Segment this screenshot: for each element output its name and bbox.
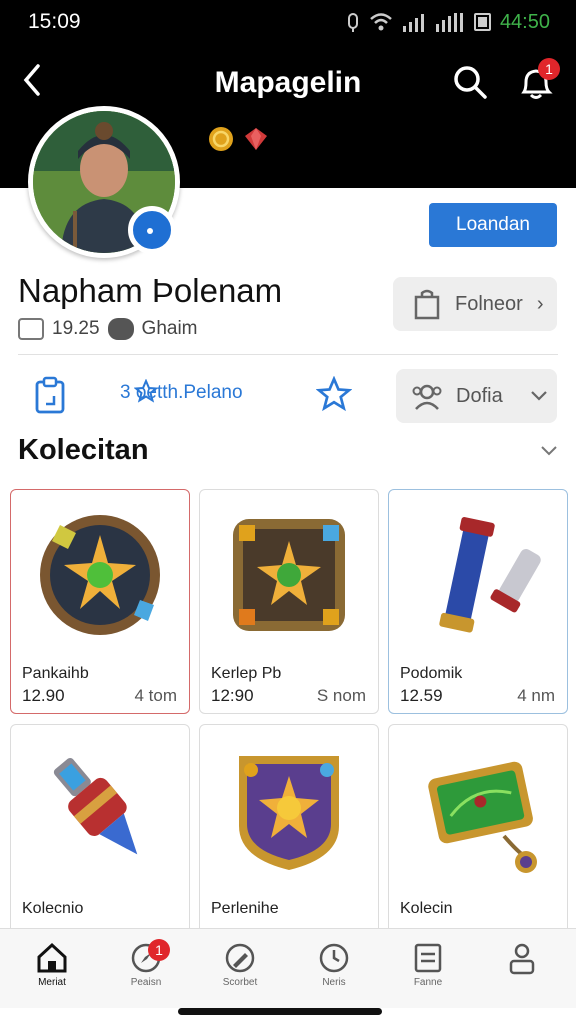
status-time: 15:09	[28, 10, 81, 33]
card-quantity: 4 nm	[517, 686, 555, 705]
nav-badge: 1	[148, 939, 170, 961]
follow-button[interactable]: Folneor ›	[393, 277, 557, 331]
nav-item-home[interactable]: Meriat	[4, 929, 100, 1009]
profile-name: Napham Þolenam	[18, 272, 283, 309]
rating-link[interactable]: 3 oetth.Pelano	[120, 379, 243, 404]
card-quantity: S nom	[316, 686, 366, 705]
card-name: Perlenihe	[211, 900, 279, 917]
collection-card[interactable]: Pankaihb 12.90 4 tom	[10, 489, 190, 714]
home-indicator[interactable]	[178, 1008, 382, 1015]
nav-label: Neris	[322, 977, 346, 988]
follow-label: Folneor	[455, 292, 523, 315]
status-bar: 15:09 44:50	[0, 0, 576, 44]
group-icon	[412, 384, 442, 410]
nav-item-refresh[interactable]: Neris	[286, 929, 382, 1009]
bag-icon	[414, 289, 440, 320]
status-icons: 44:50	[346, 11, 550, 34]
online-status-indicator	[128, 206, 176, 254]
divider	[18, 354, 558, 355]
crystal-item-art	[11, 725, 189, 895]
card-quantity: 4 tom	[134, 686, 177, 705]
card-price: 12.59	[400, 686, 443, 705]
nav-label: Fanne	[413, 977, 443, 988]
list-icon	[414, 943, 442, 973]
star-icon	[315, 375, 353, 412]
favorite-button[interactable]	[315, 375, 353, 417]
scroll-icon	[439, 517, 541, 633]
nav-item-explore[interactable]: 1 Peaisn	[98, 929, 194, 1009]
square-shield-icon	[233, 519, 345, 631]
card-price: 12:90	[211, 686, 254, 705]
map-item-art	[389, 725, 567, 895]
nav-item-edit[interactable]: Scorbet	[192, 929, 288, 1009]
chevron-right-icon: ›	[536, 292, 544, 315]
header-badges	[200, 124, 270, 154]
alarm-icon	[347, 13, 358, 32]
profile-stats: 19.25 Ghaim	[18, 318, 198, 340]
collection-card[interactable]: Podomik 12.59 4 nm	[388, 489, 568, 714]
nav-item-profile[interactable]	[474, 929, 570, 1009]
collection-card[interactable]: Kolecin	[388, 724, 568, 934]
collection-card[interactable]: Kerlep Pb 12:90 S nom	[199, 489, 379, 714]
section-title: Kolecitan	[18, 434, 149, 466]
chevron-down-icon	[530, 391, 547, 401]
card-name: Pankaihb	[22, 665, 89, 682]
star-outline-icon	[134, 379, 158, 403]
collection-card[interactable]: Kolecnio	[10, 724, 190, 934]
card-price: 12.90	[22, 686, 65, 705]
game-controller-icon	[107, 318, 134, 340]
gem-icon	[245, 128, 267, 150]
nav-label: Meriat	[38, 977, 66, 988]
group-dropdown[interactable]: Dofia	[396, 369, 557, 423]
treasure-map-icon	[428, 761, 537, 873]
dropdown-label: Dofia	[456, 384, 503, 407]
action-row: 3 oetth.Pelano Dofia	[0, 366, 576, 426]
coin-icon	[209, 127, 233, 151]
clipboard-button[interactable]	[34, 376, 66, 419]
nav-label: Scorbet	[222, 977, 258, 988]
shield-item-art	[200, 490, 378, 660]
search-icon	[454, 66, 487, 99]
clipboard-icon	[35, 376, 65, 414]
section-expand-button[interactable]	[540, 440, 558, 463]
nav-item-list[interactable]: Fanne	[380, 929, 476, 1009]
collection-card[interactable]: Perlenihe	[199, 724, 379, 934]
search-button[interactable]	[450, 62, 490, 102]
notification-badge: 1	[538, 58, 560, 80]
signal-icon-2	[435, 13, 463, 32]
battery-text: 44:50	[499, 10, 550, 33]
signal-icon	[402, 14, 424, 32]
compass-shield-icon	[40, 515, 160, 635]
primary-action-button[interactable]: Loandan	[429, 203, 557, 247]
refresh-icon	[319, 943, 349, 973]
shield-item-art	[11, 490, 189, 660]
notification-button[interactable]: 1	[516, 58, 560, 104]
nav-label: Peaisn	[130, 977, 162, 988]
card-name: Kolecin	[400, 900, 453, 917]
card-name: Podomik	[400, 665, 463, 682]
battery-icon	[473, 13, 491, 31]
card-name: Kerlep Pb	[211, 665, 282, 682]
scroll-item-art	[389, 490, 567, 660]
shield-item-art	[200, 725, 378, 895]
stat-value: 19.25	[52, 318, 100, 339]
card-name: Kolecnio	[22, 900, 84, 917]
profile-icon	[509, 943, 535, 975]
purple-shield-icon	[239, 756, 339, 870]
chevron-down-icon	[541, 446, 557, 456]
edit-icon	[225, 943, 255, 973]
stat-label: Ghaim	[141, 318, 198, 339]
bottom-navigation: Meriat 1 Peaisn Scorbet Neris Fanne	[0, 928, 576, 1008]
wifi-icon	[370, 13, 392, 31]
home-icon	[37, 942, 67, 973]
crystal-weapon-icon	[53, 757, 138, 855]
card-count-icon	[18, 318, 44, 340]
